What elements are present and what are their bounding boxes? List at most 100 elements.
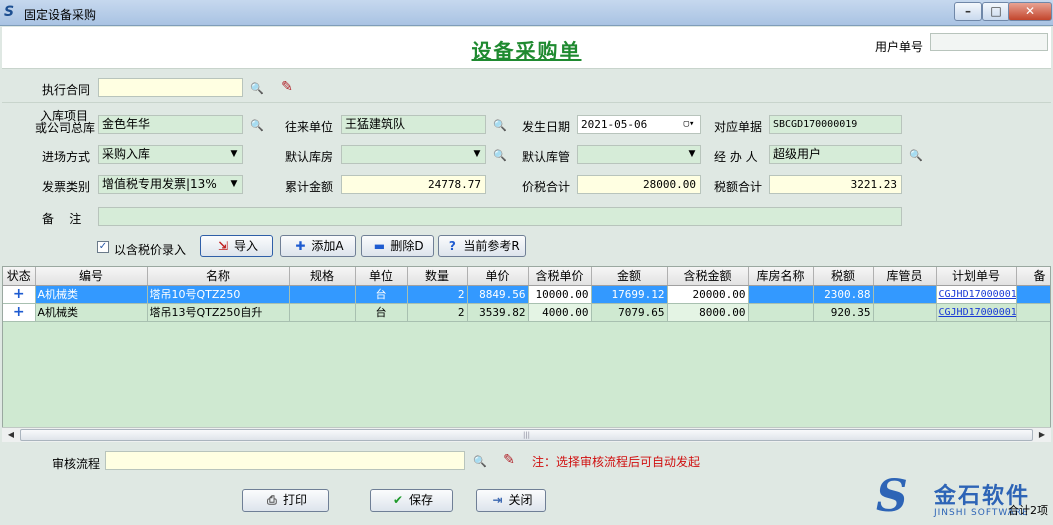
column-header[interactable]: 名称 <box>147 267 290 286</box>
column-header[interactable]: 单价 <box>467 267 529 286</box>
cell-unit[interactable]: 台 <box>355 303 408 322</box>
cell-price[interactable]: 3539.82 <box>467 303 529 322</box>
project-label-2: 或公司总库 <box>35 121 96 135</box>
column-header[interactable]: 含税金额 <box>667 267 749 286</box>
entry-select[interactable]: 采购入库 ▼ <box>98 145 243 164</box>
remark-input[interactable] <box>98 207 902 226</box>
keeper-select[interactable]: ▼ <box>577 145 701 164</box>
save-button[interactable]: ✔ 保存 <box>370 489 453 512</box>
include-tax-checkbox[interactable]: ✓ <box>97 241 109 253</box>
cell-store[interactable] <box>748 285 814 304</box>
cell-keeper[interactable] <box>873 285 937 304</box>
contract-edit-icon[interactable]: ✎ <box>278 78 296 96</box>
cell-code[interactable]: A机械类 <box>35 303 148 322</box>
delete-button[interactable]: ▬ 删除D <box>361 235 434 257</box>
cell-spec[interactable] <box>289 303 356 322</box>
cell-tax-price[interactable]: 4000.00 <box>528 303 592 322</box>
handler-label: 经 办 人 <box>714 150 758 164</box>
cell-note[interactable] <box>1016 285 1050 304</box>
cell-plan-no-link[interactable]: CGJHD17000001 <box>936 303 1017 322</box>
state-plus-icon[interactable]: + <box>3 303 36 322</box>
print-button[interactable]: ⎙ 打印 <box>242 489 329 512</box>
chevron-down-icon[interactable]: ▼ <box>469 146 485 163</box>
warehouse-label: 默认库房 <box>285 150 334 164</box>
ref-input[interactable]: SBCGD170000019 <box>769 115 902 134</box>
add-button[interactable]: ✚ 添加A <box>280 235 356 257</box>
cell-amount[interactable]: 17699.12 <box>591 285 668 304</box>
column-header[interactable]: 金额 <box>591 267 668 286</box>
date-label: 发生日期 <box>522 120 571 134</box>
scroll-left-icon[interactable]: ◀ <box>4 429 18 441</box>
contract-input[interactable] <box>98 78 243 97</box>
cell-store[interactable] <box>748 303 814 322</box>
column-header[interactable]: 规格 <box>289 267 356 286</box>
cell-plan-no-link[interactable]: CGJHD17000001 <box>936 285 1017 304</box>
handler-picker-icon[interactable]: 🔍 <box>907 149 925 163</box>
close-window-button[interactable]: ✕ <box>1008 2 1052 21</box>
invoice-select[interactable]: 增值税专用发票|13% ▼ <box>98 175 243 194</box>
checkmark-icon: ✔ <box>392 493 404 507</box>
cell-code[interactable]: A机械类 <box>35 285 148 304</box>
cell-amount[interactable]: 7079.65 <box>591 303 668 322</box>
chevron-down-icon[interactable]: ▼ <box>226 146 242 163</box>
chevron-down-icon[interactable]: ▼ <box>226 176 242 193</box>
project-input[interactable]: 金色年华 <box>98 115 243 134</box>
add-label: 添加A <box>311 239 344 253</box>
warehouse-select[interactable]: ▼ <box>341 145 486 164</box>
cell-tax[interactable]: 2300.88 <box>813 285 874 304</box>
minimize-button[interactable]: – <box>954 2 982 21</box>
import-label: 导入 <box>233 239 258 253</box>
cell-unit[interactable]: 台 <box>355 285 408 304</box>
user-no-input[interactable] <box>930 33 1048 51</box>
partner-picker-icon[interactable]: 🔍 <box>491 119 509 133</box>
table-row[interactable]: + A机械类 塔吊10号QTZ250 台 2 8849.56 10000.00 … <box>3 285 1050 304</box>
state-plus-icon[interactable]: + <box>3 285 36 304</box>
column-header[interactable]: 含税单价 <box>528 267 592 286</box>
invoice-label: 发票类别 <box>42 180 91 194</box>
column-header[interactable]: 库房名称 <box>748 267 814 286</box>
column-header[interactable]: 编号 <box>35 267 148 286</box>
table-row[interactable]: + A机械类 塔吊13号QTZ250自升 台 2 3539.82 4000.00… <box>3 303 1050 322</box>
total-count: 合计2项 <box>1008 504 1048 517</box>
cell-price[interactable]: 8849.56 <box>467 285 529 304</box>
column-header[interactable]: 备 <box>1016 267 1050 286</box>
date-input[interactable]: 2021-05-06 ▢▾ <box>577 115 701 134</box>
cell-qty[interactable]: 2 <box>407 285 468 304</box>
column-header[interactable]: 计划单号 <box>936 267 1017 286</box>
calendar-icon[interactable]: ▢▾ <box>678 116 700 133</box>
reference-button[interactable]: ? 当前参考R <box>438 235 526 257</box>
cell-name[interactable]: 塔吊13号QTZ250自升 <box>147 303 290 322</box>
window-title: 固定设备采购 <box>24 8 97 22</box>
minus-icon: ▬ <box>373 239 386 253</box>
tax-field: 3221.23 <box>769 175 902 194</box>
scroll-thumb[interactable]: ||| <box>20 429 1033 441</box>
import-button[interactable]: ⇲ 导入 <box>200 235 273 257</box>
maximize-button[interactable]: □ <box>982 2 1010 21</box>
cell-note[interactable] <box>1016 303 1050 322</box>
column-header[interactable]: 库管员 <box>873 267 937 286</box>
close-button[interactable]: ⇥ 关闭 <box>476 489 546 512</box>
warehouse-picker-icon[interactable]: 🔍 <box>491 149 509 163</box>
workflow-input[interactable] <box>105 451 465 470</box>
horizontal-scrollbar[interactable]: ◀ ||| ▶ <box>2 427 1051 442</box>
chevron-down-icon[interactable]: ▼ <box>684 146 700 163</box>
contract-picker-icon[interactable]: 🔍 <box>248 82 266 96</box>
cell-tax[interactable]: 920.35 <box>813 303 874 322</box>
column-header[interactable]: 税额 <box>813 267 874 286</box>
cell-spec[interactable] <box>289 285 356 304</box>
cell-tax-amount[interactable]: 8000.00 <box>667 303 749 322</box>
partner-input[interactable]: 王猛建筑队 <box>341 115 486 134</box>
column-header[interactable]: 数量 <box>407 267 468 286</box>
cell-keeper[interactable] <box>873 303 937 322</box>
handler-input[interactable]: 超级用户 <box>769 145 902 164</box>
cell-tax-price[interactable]: 10000.00 <box>528 285 592 304</box>
column-header[interactable]: 单位 <box>355 267 408 286</box>
cell-qty[interactable]: 2 <box>407 303 468 322</box>
cell-tax-amount[interactable]: 20000.00 <box>667 285 749 304</box>
project-picker-icon[interactable]: 🔍 <box>248 119 266 133</box>
workflow-edit-icon[interactable]: ✎ <box>500 451 518 469</box>
workflow-picker-icon[interactable]: 🔍 <box>471 455 489 469</box>
scroll-right-icon[interactable]: ▶ <box>1035 429 1049 441</box>
column-header[interactable]: 状态 <box>3 267 36 286</box>
cell-name[interactable]: 塔吊10号QTZ250 <box>147 285 290 304</box>
